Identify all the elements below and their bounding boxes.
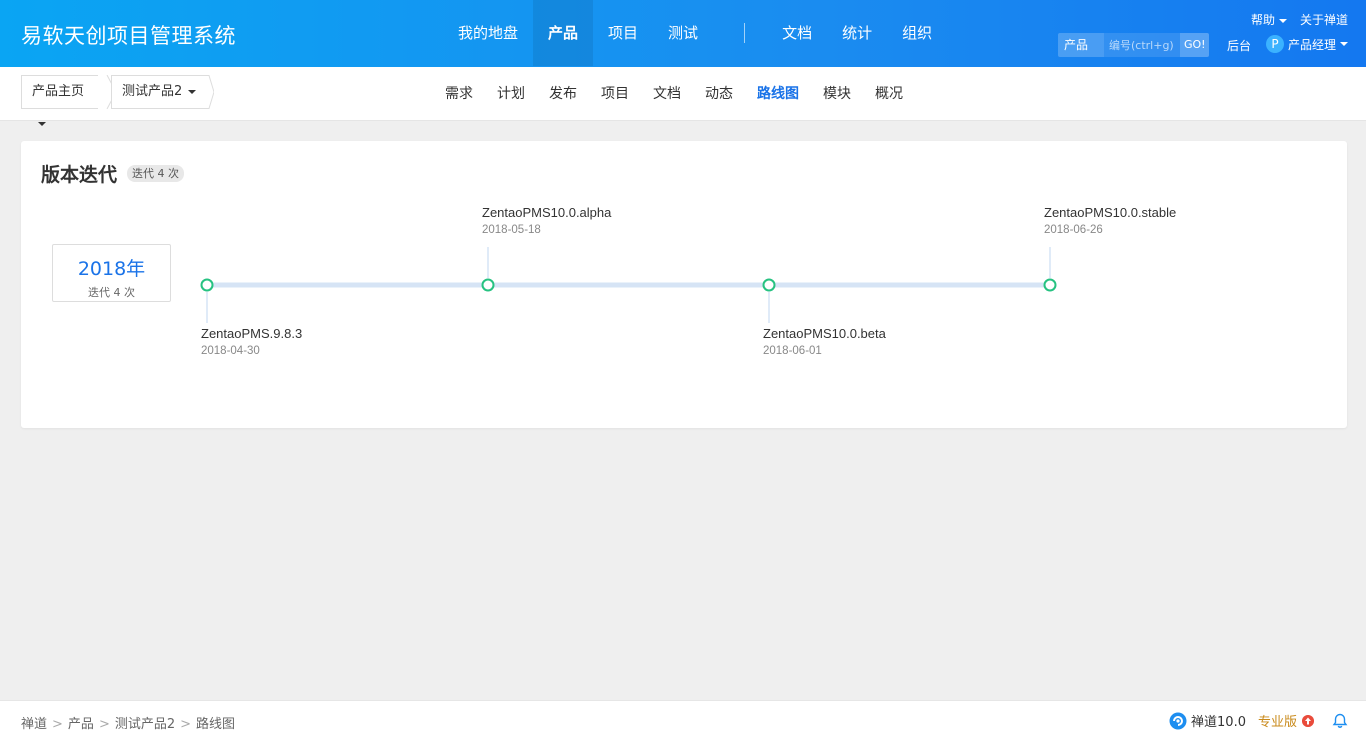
go-button[interactable]: GO! — [1180, 33, 1209, 57]
product-switcher-dropdown[interactable]: 测试产品2 — [111, 75, 209, 109]
year-iteration-count: 迭代 4 次 — [88, 286, 135, 299]
caret-down-icon — [38, 121, 46, 126]
pro-edition-link[interactable]: 专业版 — [1258, 711, 1297, 730]
nav-doc[interactable]: 文档 — [767, 0, 827, 66]
tab-module[interactable]: 模块 — [811, 67, 863, 121]
main-nav: 我的地盘 产品 项目 测试 文档 统计 组织 — [443, 0, 947, 66]
caret-down-icon — [1340, 42, 1349, 46]
release-name-link[interactable]: ZentaoPMS10.0.stable — [1044, 205, 1176, 220]
release-node[interactable] — [200, 278, 214, 292]
release-name-link[interactable]: ZentaoPMS10.0.alpha — [482, 205, 611, 220]
nav-divider — [744, 23, 746, 43]
user-name: 产品经理 — [1288, 37, 1337, 52]
user-menu[interactable]: P 产品经理 — [1266, 35, 1349, 53]
version-link[interactable]: 禅道10.0 — [1191, 711, 1246, 730]
breadcrumb-separator: > — [98, 717, 110, 732]
search-type-label: 产品 — [1064, 38, 1089, 52]
release-date: 2018-04-30 — [201, 345, 260, 357]
footer-crumb-roadmap: 路线图 — [196, 717, 236, 732]
upgrade-arrow-icon — [1302, 714, 1314, 727]
release-date: 2018-06-01 — [763, 345, 822, 357]
caret-down-icon — [188, 89, 197, 94]
search-input[interactable] — [1104, 33, 1180, 57]
caret-down-icon — [1278, 18, 1287, 23]
tab-project[interactable]: 项目 — [589, 67, 641, 121]
zentao-logo-icon — [1169, 712, 1187, 729]
product-home-dropdown[interactable]: 产品主页 — [21, 75, 107, 126]
search-type-select[interactable]: 产品 — [1058, 33, 1104, 57]
nav-my-dashboard[interactable]: 我的地盘 — [443, 0, 533, 66]
avatar: P — [1266, 35, 1284, 53]
product-sub-nav: 需求 计划 发布 项目 文档 动态 路线图 模块 概况 — [433, 67, 915, 121]
product-switcher-label: 测试产品2 — [122, 84, 183, 99]
nav-report[interactable]: 统计 — [827, 0, 887, 66]
tab-release[interactable]: 发布 — [537, 67, 589, 121]
nav-test[interactable]: 测试 — [653, 0, 713, 66]
footer-crumb-product-name[interactable]: 测试产品2 — [115, 717, 175, 732]
tab-overview[interactable]: 概况 — [863, 67, 915, 121]
nav-product[interactable]: 产品 — [533, 0, 594, 66]
tab-doc[interactable]: 文档 — [641, 67, 693, 121]
product-home-label: 产品主页 — [32, 84, 85, 99]
tab-story[interactable]: 需求 — [433, 67, 485, 121]
search-box: 产品 GO! — [1058, 33, 1209, 57]
help-label: 帮助 — [1250, 13, 1275, 27]
nav-project[interactable]: 项目 — [593, 0, 653, 66]
bell-icon[interactable] — [1332, 713, 1348, 729]
release-node[interactable] — [481, 278, 495, 292]
release-date: 2018-06-26 — [1044, 224, 1103, 236]
release-node[interactable] — [1043, 278, 1057, 292]
release-node[interactable] — [762, 278, 776, 292]
roadmap-timeline — [200, 247, 1057, 323]
sub-navbar: 产品主页 测试产品2 需求 计划 发布 项目 文档 动态 路线图 模块 概况 — [0, 67, 1366, 126]
breadcrumb-separator: > — [52, 717, 63, 732]
tab-roadmap[interactable]: 路线图 — [745, 67, 811, 121]
nav-company[interactable]: 组织 — [887, 0, 947, 66]
release-date: 2018-05-18 — [482, 224, 541, 236]
release-name-link[interactable]: ZentaoPMS.9.8.3 — [201, 326, 302, 341]
roadmap-panel: 版本迭代 迭代 4 次 2018年 迭代 4 次 ZentaoPMS.9.8.3… — [21, 141, 1347, 428]
footer-crumb-zentao[interactable]: 禅道 — [21, 717, 47, 732]
about-link[interactable]: 关于禅道 — [1300, 11, 1348, 28]
help-menu[interactable]: 帮助 — [1251, 11, 1287, 28]
release-name-link[interactable]: ZentaoPMS10.0.beta — [763, 326, 886, 341]
year-label: 2018年 — [77, 258, 146, 280]
footer-breadcrumb: 禅道 > 产品 > 测试产品2 > 路线图 — [21, 713, 235, 732]
year-box: 2018年 迭代 4 次 — [52, 244, 171, 302]
breadcrumb-arrow-icon — [200, 75, 214, 109]
breadcrumb-separator: > — [180, 717, 192, 732]
top-header: 易软天创项目管理系统 我的地盘 产品 项目 测试 文档 统计 组织 帮助 关于禅… — [0, 0, 1366, 67]
tab-plan[interactable]: 计划 — [485, 67, 537, 121]
app-title[interactable]: 易软天创项目管理系统 — [21, 20, 236, 50]
footer-right: 禅道10.0 专业版 — [1169, 711, 1348, 730]
top-links: 帮助 关于禅道 — [1251, 11, 1348, 28]
footer: 禅道 > 产品 > 测试产品2 > 路线图 禅道10.0 专业版 — [0, 700, 1366, 740]
timeline-track — [207, 282, 1052, 288]
tab-dynamic[interactable]: 动态 — [693, 67, 745, 121]
backend-link[interactable]: 后台 — [1227, 37, 1251, 54]
footer-crumb-product[interactable]: 产品 — [68, 717, 94, 732]
